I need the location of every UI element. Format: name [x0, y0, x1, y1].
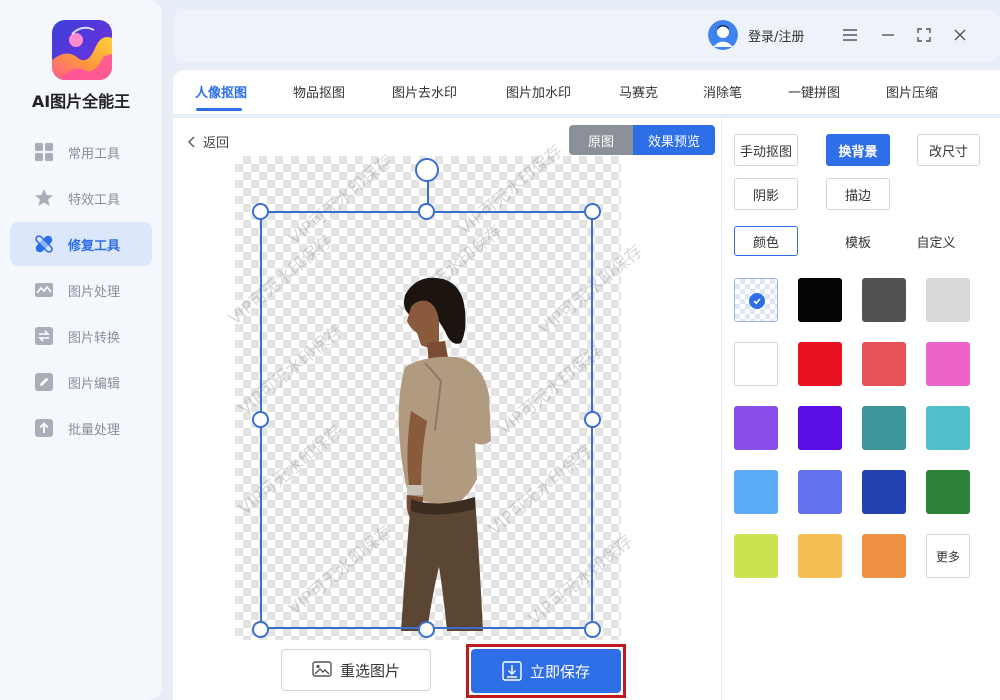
color-swatch[interactable]	[862, 278, 906, 322]
download-icon	[502, 661, 522, 681]
resize-handle-top-right[interactable]	[584, 203, 601, 220]
grid-icon	[34, 142, 54, 162]
minimize-icon[interactable]	[879, 26, 897, 44]
tab-object-cutout[interactable]: 物品抠图	[293, 82, 345, 101]
edit-icon	[34, 372, 54, 392]
selection-box[interactable]	[260, 211, 593, 629]
sidebar-item-image-processing[interactable]: 图片处理	[10, 268, 152, 312]
resize-handle-bottom-left[interactable]	[252, 621, 269, 638]
options-panel: 手动抠图 换背景 改尺寸 阴影 描边 颜色 模板 自定义 更多	[722, 118, 1000, 700]
app-name: AI图片全能王	[31, 92, 131, 111]
color-swatch[interactable]	[862, 406, 906, 450]
save-now-button[interactable]: 立即保存	[471, 649, 621, 693]
sidebar-item-effect-tools[interactable]: 特效工具	[10, 176, 152, 220]
tab-remove-watermark[interactable]: 图片去水印	[392, 82, 457, 101]
check-icon	[749, 293, 765, 309]
color-swatch[interactable]	[926, 470, 970, 514]
login-label: 登录/注册	[748, 29, 805, 45]
color-swatch[interactable]	[862, 534, 906, 578]
menu-icon[interactable]	[841, 26, 859, 44]
manual-cutout-button[interactable]: 手动抠图	[734, 134, 798, 166]
bandage-icon	[34, 234, 54, 254]
avatar	[708, 20, 738, 50]
tab-color[interactable]: 颜色	[734, 226, 798, 256]
resize-handle-top-left[interactable]	[252, 203, 269, 220]
resize-handle-bottom[interactable]	[418, 621, 435, 638]
sidebar-item-label: 常用工具	[68, 146, 121, 162]
resize-handle-bottom-right[interactable]	[584, 621, 601, 638]
title-bar: 登录/注册	[173, 10, 1000, 62]
color-swatch[interactable]	[926, 406, 970, 450]
tab-eraser[interactable]: 消除笔	[703, 82, 742, 101]
original-view-button[interactable]: 原图	[569, 125, 633, 155]
color-swatch[interactable]	[862, 470, 906, 514]
tab-add-watermark[interactable]: 图片加水印	[506, 82, 571, 101]
back-button[interactable]: 返回	[187, 132, 229, 151]
login-button[interactable]: 登录/注册	[708, 20, 804, 50]
app-logo	[52, 20, 112, 80]
reselect-label: 重选图片	[339, 661, 400, 680]
sidebar-item-label: 批量处理	[68, 422, 121, 438]
color-swatch[interactable]	[798, 470, 842, 514]
sidebar-item-label: 图片转换	[68, 330, 121, 346]
tab-portrait-cutout[interactable]: 人像抠图	[195, 82, 247, 101]
stroke-button[interactable]: 描边	[826, 178, 890, 210]
image-icon	[312, 661, 332, 677]
resize-handle-left[interactable]	[252, 411, 269, 428]
resize-handle-right[interactable]	[584, 411, 601, 428]
color-swatch[interactable]	[798, 342, 842, 386]
shadow-button[interactable]: 阴影	[734, 178, 798, 210]
upload-icon	[34, 418, 54, 438]
tab-template[interactable]: 模板	[826, 226, 890, 256]
convert-icon	[34, 326, 54, 346]
resize-handle-top[interactable]	[418, 203, 435, 220]
close-icon[interactable]	[951, 26, 969, 44]
tab-custom[interactable]: 自定义	[904, 226, 968, 256]
color-swatch-transparent[interactable]	[734, 278, 778, 322]
color-swatch[interactable]	[798, 406, 842, 450]
color-swatch[interactable]	[734, 534, 778, 578]
image-icon	[34, 280, 54, 300]
sidebar-item-common-tools[interactable]: 常用工具	[10, 130, 152, 174]
color-swatch[interactable]	[926, 278, 970, 322]
color-swatch[interactable]	[734, 406, 778, 450]
sidebar-item-image-convert[interactable]: 图片转换	[10, 314, 152, 358]
color-swatch[interactable]	[734, 470, 778, 514]
resize-button[interactable]: 改尺寸	[917, 134, 980, 166]
rotate-handle[interactable]	[415, 158, 439, 182]
color-swatch[interactable]	[734, 342, 778, 386]
tool-tabs: 人像抠图 物品抠图 图片去水印 图片加水印 马赛克 消除笔 一键拼图 图片压缩	[173, 70, 1000, 114]
active-tab-indicator	[196, 108, 242, 111]
editor-area: 返回 原图 效果预览 VIP可无水印保存 VIP可无水印保存 VIP可无水印保存…	[173, 118, 721, 700]
sidebar-item-batch[interactable]: 批量处理	[10, 406, 152, 450]
tab-collage[interactable]: 一键拼图	[788, 82, 840, 101]
tab-compress[interactable]: 图片压缩	[886, 82, 938, 101]
preview-view-button[interactable]: 效果预览	[633, 125, 715, 155]
color-swatch[interactable]	[798, 278, 842, 322]
color-swatch[interactable]	[926, 342, 970, 386]
sidebar: AI图片全能王 常用工具 特效工具 修复工具 图片处理 图片转换 图片编辑 批量…	[0, 0, 162, 700]
star-icon	[34, 188, 54, 208]
save-label: 立即保存	[529, 662, 590, 681]
tab-mosaic[interactable]: 马赛克	[619, 82, 658, 101]
more-colors-button[interactable]: 更多	[926, 534, 970, 578]
sidebar-nav: 常用工具 特效工具 修复工具 图片处理 图片转换 图片编辑 批量处理	[10, 130, 152, 452]
sidebar-item-repair-tools[interactable]: 修复工具	[10, 222, 152, 266]
color-swatch[interactable]	[798, 534, 842, 578]
back-label: 返回	[203, 136, 230, 151]
chevron-left-icon	[188, 136, 195, 147]
maximize-icon[interactable]	[915, 26, 933, 44]
change-background-button[interactable]: 换背景	[826, 134, 890, 166]
sidebar-item-label: 图片处理	[68, 284, 121, 300]
view-toggle: 原图 效果预览	[569, 125, 715, 155]
image-canvas[interactable]: VIP可无水印保存 VIP可无水印保存 VIP可无水印保存 VIP可无水印保存 …	[225, 141, 647, 640]
sidebar-item-image-edit[interactable]: 图片编辑	[10, 360, 152, 404]
sidebar-item-label: 特效工具	[68, 192, 121, 208]
sidebar-item-label: 修复工具	[68, 238, 121, 254]
sidebar-item-label: 图片编辑	[68, 376, 121, 392]
color-swatch[interactable]	[862, 342, 906, 386]
reselect-image-button[interactable]: 重选图片	[281, 649, 431, 691]
